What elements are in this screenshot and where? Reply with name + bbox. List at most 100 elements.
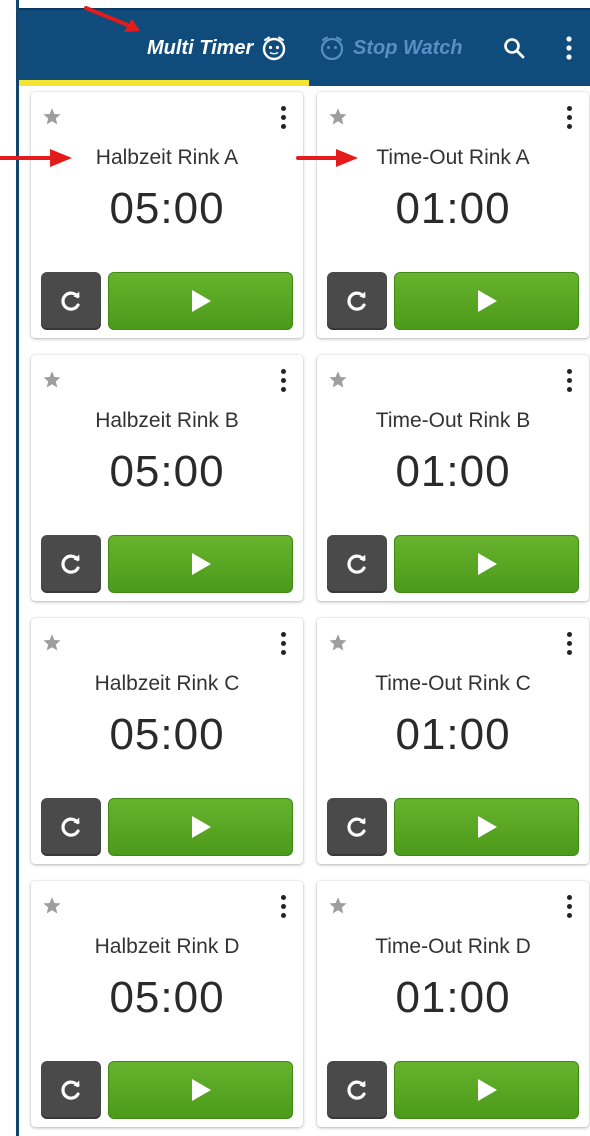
reset-icon	[347, 554, 366, 574]
more-vert-icon	[566, 894, 572, 900]
search-button[interactable]	[494, 28, 534, 68]
more-vert-icon	[280, 105, 286, 111]
more-vert-icon	[566, 114, 572, 120]
timer-card: Time-Out Rink C 01:00	[317, 618, 589, 864]
annotation-arrow	[84, 6, 140, 32]
star-icon[interactable]	[327, 369, 349, 391]
timer-card: Time-Out Rink A 01:00	[317, 92, 589, 338]
reset-button[interactable]	[327, 1061, 387, 1119]
timer-time: 05:00	[109, 184, 225, 233]
start-button[interactable]	[108, 1061, 293, 1119]
tab-label: Multi Timer	[147, 36, 254, 59]
timer-time: 01:00	[395, 710, 511, 759]
card-menu-button[interactable]	[559, 891, 579, 921]
start-button[interactable]	[394, 1061, 579, 1119]
timer-title: Halbzeit Rink B	[95, 409, 239, 432]
timer-card: Halbzeit Rink D 05:00	[31, 881, 303, 1127]
more-vert-icon	[280, 368, 286, 374]
play-icon	[191, 1079, 211, 1101]
star-icon[interactable]	[41, 106, 63, 128]
star-icon[interactable]	[41, 369, 63, 391]
star-icon[interactable]	[327, 632, 349, 654]
star-icon[interactable]	[327, 106, 349, 128]
start-button[interactable]	[394, 272, 579, 330]
more-vert-icon	[280, 631, 286, 637]
reset-button[interactable]	[327, 535, 387, 593]
card-menu-button[interactable]	[559, 628, 579, 658]
more-vert-icon	[566, 368, 572, 374]
reset-button[interactable]	[327, 798, 387, 856]
timer-title: Halbzeit Rink D	[94, 935, 240, 958]
more-vert-icon	[566, 631, 572, 637]
timer-time: 05:00	[109, 447, 225, 496]
alarm-clock-icon	[319, 35, 345, 61]
timer-card: Halbzeit Rink B 05:00	[31, 355, 303, 601]
timer-time: 05:00	[109, 973, 225, 1022]
reset-button[interactable]	[327, 272, 387, 330]
overflow-menu-button[interactable]	[549, 28, 589, 68]
timer-card: Halbzeit Rink C 05:00	[31, 618, 303, 864]
timer-title: Time-Out Rink B	[375, 409, 531, 432]
timer-time: 05:00	[109, 710, 225, 759]
more-vert-icon	[280, 649, 286, 655]
annotation-arrow	[296, 149, 358, 167]
reset-button[interactable]	[41, 1061, 101, 1119]
card-menu-button[interactable]	[559, 102, 579, 132]
reset-button[interactable]	[41, 272, 101, 330]
app-screen: Multi Timer Stop Watch Halbzeit Rink A 0…	[0, 0, 590, 1136]
screen-edge	[16, 0, 19, 1136]
more-vert-icon	[280, 894, 286, 900]
star-icon[interactable]	[41, 632, 63, 654]
play-icon	[191, 290, 211, 312]
timer-card: Time-Out Rink B 01:00	[317, 355, 589, 601]
more-vert-icon	[280, 386, 286, 392]
start-button[interactable]	[394, 535, 579, 593]
card-menu-button[interactable]	[559, 365, 579, 395]
start-button[interactable]	[108, 798, 293, 856]
play-icon	[191, 816, 211, 838]
more-vert-icon	[566, 36, 572, 60]
reset-icon	[347, 1080, 366, 1100]
timer-title: Halbzeit Rink C	[94, 672, 240, 695]
play-icon	[477, 290, 497, 312]
start-button[interactable]	[108, 535, 293, 593]
more-vert-icon	[280, 114, 286, 120]
star-icon[interactable]	[327, 895, 349, 917]
tab-stop-watch[interactable]: Stop Watch	[319, 10, 463, 86]
card-menu-button[interactable]	[273, 102, 293, 132]
more-vert-icon	[566, 377, 572, 383]
card-menu-button[interactable]	[273, 628, 293, 658]
reset-button[interactable]	[41, 535, 101, 593]
timer-time: 01:00	[395, 447, 511, 496]
more-vert-icon	[566, 903, 572, 909]
active-tab-indicator	[19, 80, 309, 86]
more-vert-icon	[566, 386, 572, 392]
reset-button[interactable]	[41, 798, 101, 856]
reset-icon	[61, 1080, 80, 1100]
play-icon	[191, 553, 211, 575]
start-button[interactable]	[394, 798, 579, 856]
timer-time: 01:00	[395, 184, 511, 233]
play-icon	[477, 553, 497, 575]
more-vert-icon	[280, 912, 286, 918]
start-button[interactable]	[108, 272, 293, 330]
tab-label: Stop Watch	[353, 36, 463, 59]
alarm-face-icon	[261, 35, 287, 61]
reset-icon	[61, 554, 80, 574]
timer-title: Time-Out Rink C	[375, 672, 531, 695]
search-icon	[504, 38, 525, 59]
card-menu-button[interactable]	[273, 365, 293, 395]
reset-icon	[347, 817, 366, 837]
reset-icon	[61, 291, 80, 311]
timer-title: Time-Out Rink D	[375, 935, 531, 958]
play-icon	[477, 1079, 497, 1101]
more-vert-icon	[280, 377, 286, 383]
more-vert-icon	[566, 912, 572, 918]
tab-multi-timer[interactable]: Multi Timer	[147, 10, 287, 86]
card-menu-button[interactable]	[273, 891, 293, 921]
timer-card: Halbzeit Rink A 05:00	[31, 92, 303, 338]
more-vert-icon	[566, 649, 572, 655]
star-icon[interactable]	[41, 895, 63, 917]
more-vert-icon	[280, 903, 286, 909]
more-vert-icon	[280, 640, 286, 646]
